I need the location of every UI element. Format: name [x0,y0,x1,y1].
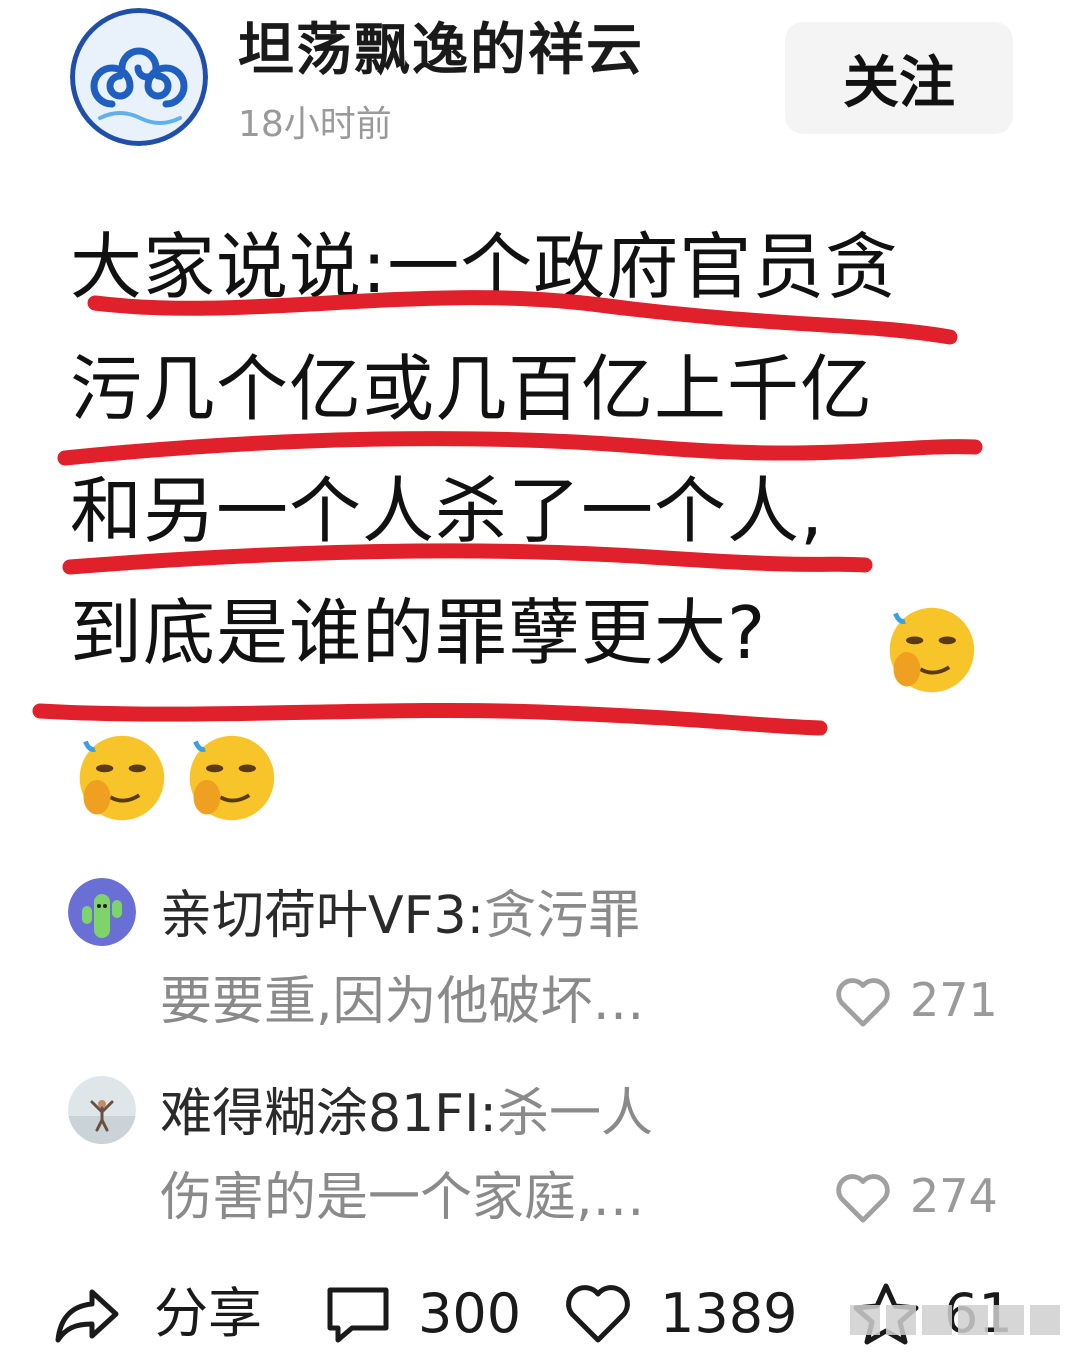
comment-bubble-icon[interactable] [322,1282,394,1346]
comment-first-line: 难得糊涂81FI:杀一人 [160,1082,653,1146]
comment-avatar[interactable] [68,878,136,946]
underline-2 [57,431,983,466]
like-count[interactable]: 1389 [660,1282,797,1346]
beach-photo-avatar-icon [68,1076,136,1144]
heart-icon[interactable] [562,1282,634,1346]
comment-second-line: 要要重,因为他破坏… [160,970,645,1034]
post-text-line-2: 污几个亿或几百亿上千亿 [70,347,874,431]
auspicious-cloud-avatar-icon [70,8,208,146]
author-avatar[interactable] [70,8,208,146]
comment-text-continued: 伤害的是一个家庭,… [160,1168,645,1228]
thinking-smirk-emoji-icon [189,735,275,821]
cactus-avatar-icon [68,878,136,946]
comment-username[interactable]: 亲切荷叶VF3 [160,886,467,946]
comment-separator: : [466,886,485,946]
post-time: 18小时前 [238,104,392,145]
author-name[interactable]: 坦荡飘逸的祥云 [238,16,644,86]
comment-like-count: 271 [910,973,998,1027]
share-button-label[interactable]: 分享 [154,1282,262,1346]
comment-text-continued: 要要重,因为他破坏… [160,972,645,1032]
comment-like-count: 274 [910,1169,998,1223]
post-text-line-1: 大家说说:一个政府官员贪 [70,225,899,309]
share-arrow-icon[interactable] [52,1282,124,1346]
comment-username[interactable]: 难得糊涂81FI [160,1084,479,1144]
underline-4 [32,702,828,736]
thinking-smirk-emoji-icon [889,607,975,693]
comment-separator: : [479,1084,497,1144]
comment-count[interactable]: 300 [418,1282,521,1346]
heart-outline-icon[interactable] [834,1170,892,1224]
comment-first-line: 亲切荷叶VF3:贪污罪 [160,884,640,948]
follow-button[interactable]: 关注 [785,22,1013,134]
comment-text: 贪污罪 [484,886,641,946]
thinking-smirk-emoji-icon [79,735,165,821]
comment-second-line: 伤害的是一个家庭,… [160,1166,645,1230]
heart-outline-icon[interactable] [834,974,892,1028]
post-text-line-4: 到底是谁的罪孽更大? [70,591,767,675]
watermark-overlay [850,1305,1060,1335]
post-text-line-3: 和另一个人杀了一个人, [70,469,824,553]
comment-text: 杀一人 [496,1084,653,1144]
comment-avatar[interactable] [68,1076,136,1144]
